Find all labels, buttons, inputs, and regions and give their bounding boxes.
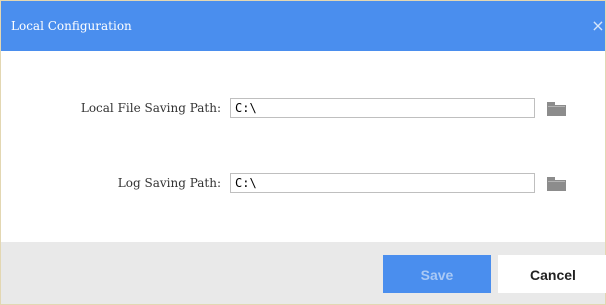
dialog-title-bar[interactable]: Local Configuration × [1,1,605,51]
local-file-saving-path-label: Local File Saving Path: [80,101,221,115]
save-button[interactable]: Save [383,255,491,293]
cancel-button[interactable]: Cancel [498,255,606,293]
dialog-title: Local Configuration [11,19,132,33]
folder-icon[interactable] [547,101,566,116]
log-saving-path-label: Log Saving Path: [117,176,221,190]
close-icon[interactable]: × [591,17,605,35]
folder-icon[interactable] [547,176,566,191]
log-saving-path-input[interactable] [230,173,535,193]
dialog-body: Local File Saving Path: Log Saving Path: [1,51,605,242]
local-configuration-dialog: Local Configuration × Local File Saving … [0,0,606,305]
local-file-saving-path-input[interactable] [230,98,535,118]
dialog-footer: Save Cancel [1,242,606,304]
